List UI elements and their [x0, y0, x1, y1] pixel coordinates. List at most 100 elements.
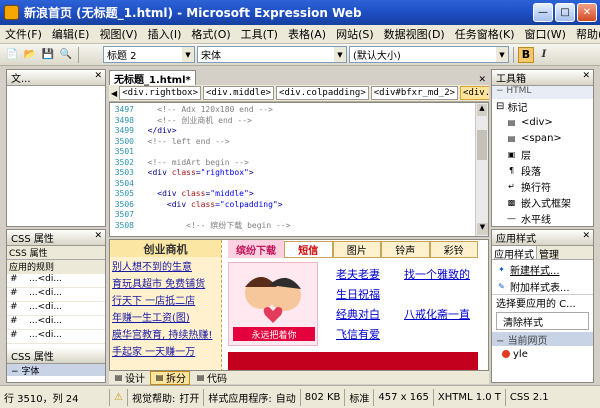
clear-styles-button[interactable]: 清除样式 — [496, 312, 589, 330]
close-icon[interactable]: ✕ — [94, 231, 102, 241]
design-view[interactable]: 创业商机 别人想不到的生意 育玩具超市 免费铺货 行天下 一店抵二店 年赚一生工资(图… — [109, 239, 489, 371]
breadcrumb-item[interactable]: <div#bfxr_md_2> — [370, 86, 459, 100]
news-tab[interactable]: 图片 — [332, 240, 381, 258]
render-mode[interactable]: 标准 — [345, 388, 375, 406]
toolbox-item[interactable]: ▩ 嵌入式框架 — [492, 194, 593, 210]
business-link[interactable]: 年赚一生工资(图) — [112, 309, 190, 324]
download-link[interactable]: 八戒化斋一直 — [404, 308, 470, 321]
close-icon[interactable]: ✕ — [582, 231, 590, 241]
menu-item[interactable]: 表格(A) — [283, 26, 331, 42]
document-area: 无标题_1.html* ✕ ◀ <div.rightbox> <div.middl… — [109, 69, 489, 385]
italic-button[interactable]: I — [536, 47, 552, 63]
toolbox-item[interactable]: ▤ <div> — [492, 114, 593, 130]
css-rule-row[interactable]: # ...<di... — [7, 302, 105, 316]
menu-item[interactable]: 视图(V) — [94, 26, 142, 42]
css-rule-row[interactable]: # ...<di... — [7, 274, 105, 288]
open-folder-icon[interactable]: 📂 — [22, 47, 38, 63]
tab-manage[interactable]: 管理 — [537, 246, 561, 261]
menu-item[interactable]: 数据视图(D) — [379, 26, 450, 42]
tag-group[interactable]: ⊟ 标记 — [492, 99, 593, 114]
toolbox-item[interactable]: ¶ 段落 — [492, 162, 593, 178]
business-link[interactable]: 育玩具超市 免费铺货 — [112, 275, 205, 290]
scroll-down-icon[interactable]: ▼ — [477, 223, 488, 235]
css-version[interactable]: CSS 2.1 — [506, 389, 553, 406]
menu-item[interactable]: 格式(O) — [186, 26, 235, 42]
preview-icon[interactable]: 🔍 — [58, 47, 74, 63]
scroll-thumb[interactable] — [477, 130, 487, 160]
menu-item[interactable]: 编辑(E) — [47, 26, 95, 42]
page-dimensions[interactable]: 457 x 165 — [374, 388, 434, 406]
news-tab[interactable]: 短信 — [284, 240, 333, 258]
maximize-button[interactable]: □ — [555, 3, 575, 22]
download-link[interactable]: 经典对白 — [336, 308, 380, 321]
tab-untitled[interactable]: 无标题_1.html* — [109, 70, 196, 86]
breadcrumb-item[interactable]: <div.middle> — [203, 86, 275, 100]
chevron-left-icon[interactable]: ◀ — [111, 89, 117, 98]
menu-item[interactable]: 任务窗格(K) — [450, 26, 520, 42]
news-tab[interactable]: 铃声 — [381, 240, 430, 258]
menu-item[interactable]: 帮助(H) — [571, 26, 600, 42]
scroll-up-icon[interactable]: ▲ — [477, 104, 487, 116]
view-button[interactable]: ▤ 代码 — [191, 371, 231, 385]
breadcrumb-item[interactable]: <div.colpadding> — [276, 86, 369, 100]
css-rule-row[interactable]: # ...<di... — [7, 288, 105, 302]
download-link[interactable]: 老夫老妻 — [336, 268, 380, 281]
business-link[interactable]: 行天下 一店抵二店 — [112, 292, 195, 307]
menu-item[interactable]: 窗口(W) — [520, 26, 571, 42]
css-rule-row[interactable]: # ...<di... — [7, 316, 105, 330]
menu-item[interactable]: 文件(F) — [0, 26, 47, 42]
toolbox-item[interactable]: ▤ <span> — [492, 130, 593, 146]
breadcrumb-item[interactable]: <div.rightbox> — [119, 86, 202, 100]
css-rule-row[interactable]: # ...<di... — [7, 330, 105, 344]
doctype[interactable]: XHTML 1.0 T — [434, 388, 506, 406]
new-style-label: 新建样式... — [510, 265, 560, 277]
html-section[interactable]: − HTML — [492, 86, 593, 99]
download-link[interactable]: 生日祝福 — [336, 288, 380, 301]
css-tab-properties[interactable]: CSS 属性 — [7, 246, 50, 259]
visual-aids[interactable]: 视觉帮助: 打开 — [128, 388, 205, 406]
style-item[interactable]: yle — [492, 346, 593, 362]
banner-image[interactable]: 永远把着你 — [228, 262, 318, 346]
new-file-icon[interactable]: 📄 — [4, 47, 20, 63]
business-link[interactable]: 手起家 一天赚一万 — [112, 343, 195, 358]
menu-item[interactable]: 网站(S) — [331, 26, 379, 42]
download-link[interactable]: 飞信有爱 — [336, 328, 380, 341]
font-dropdown[interactable]: 宋体 ▼ — [197, 46, 347, 63]
toolbox-item-label: 换行符 — [521, 182, 551, 194]
current-page-section[interactable]: − 当前网页 — [492, 332, 593, 347]
close-icon[interactable]: ✕ — [582, 71, 590, 81]
style-dropdown[interactable]: 标题 2 ▼ — [103, 46, 195, 63]
warning-icon[interactable]: ⚠ — [110, 388, 128, 406]
close-icon[interactable]: ✕ — [94, 71, 102, 81]
menu-item[interactable]: 工具(T) — [236, 26, 283, 42]
font-section[interactable]: − 字体 — [7, 364, 105, 377]
new-style-link[interactable]: ✦ 新建样式... — [492, 260, 593, 278]
code-view[interactable]: 3497 <!-- Adx 120x180 end --> 3498 <!-- 创… — [109, 102, 489, 237]
style-application[interactable]: 样式应用程序: 自动 — [204, 388, 301, 406]
business-link[interactable]: 别人想不到的生意 — [112, 258, 192, 273]
business-link[interactable]: 膜华宫教育, 持续热赚! — [112, 326, 212, 341]
app-icon[interactable] — [4, 5, 19, 20]
download-link[interactable]: 找一个雅致的 — [404, 268, 470, 281]
code-scrollbar[interactable]: ▲ ▼ — [475, 103, 488, 236]
save-icon[interactable]: 💾 — [40, 47, 56, 63]
news-tab[interactable]: 彩铃 — [429, 240, 478, 258]
view-button[interactable]: ▤ 拆分 — [150, 370, 190, 385]
minimize-button[interactable]: — — [533, 3, 553, 22]
toolbox-item[interactable]: ↵ 换行符 — [492, 178, 593, 194]
close-button[interactable]: ✕ — [577, 3, 597, 22]
attach-stylesheet-link[interactable]: ✎ 附加样式表... — [492, 278, 593, 294]
css-lower-header: CSS 属性 — [7, 348, 105, 364]
tab-apply-styles[interactable]: 应用样式 — [492, 246, 537, 261]
bold-button[interactable]: B — [518, 46, 534, 63]
close-document-icon[interactable]: ✕ — [475, 75, 489, 85]
size-dropdown[interactable]: (默认大小) ▼ — [349, 46, 509, 63]
toolbox-item[interactable]: ― 水平线 — [492, 210, 593, 226]
menu-item[interactable]: 插入(I) — [143, 26, 187, 42]
toolbox-item[interactable]: ▣ 层 — [492, 146, 593, 162]
css-tab-applied[interactable]: 应用的规则 — [7, 260, 105, 274]
view-button[interactable]: ▤ 设计 — [109, 371, 149, 385]
breadcrumb-item[interactable]: <div.hd_2> — [460, 86, 489, 100]
